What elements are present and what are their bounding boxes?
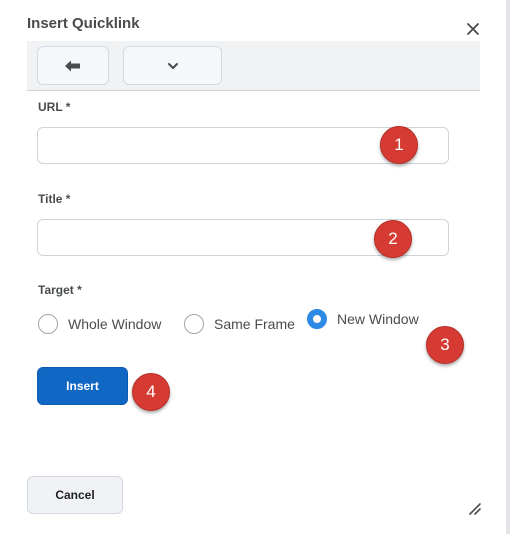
radio-label: Same Frame: [214, 316, 295, 332]
radio-button-checked[interactable]: [307, 309, 327, 329]
radio-label: New Window: [337, 311, 419, 327]
resize-handle-icon[interactable]: [466, 500, 482, 516]
window-edge: [506, 0, 510, 534]
insert-button[interactable]: Insert: [37, 367, 128, 405]
cancel-button[interactable]: Cancel: [27, 476, 123, 514]
dialog-title: Insert Quicklink: [27, 15, 140, 32]
editor-toolbar: [27, 41, 480, 91]
chevron-down-icon: [167, 62, 178, 69]
close-icon: [467, 23, 479, 35]
step-badge-4: 4: [132, 373, 170, 411]
back-button[interactable]: [37, 46, 109, 85]
radio-new-window[interactable]: New Window: [307, 309, 419, 329]
radio-label: Whole Window: [68, 316, 162, 332]
back-arrow-icon: [65, 60, 80, 71]
radio-same-frame[interactable]: Same Frame: [184, 314, 295, 334]
radio-button[interactable]: [184, 314, 204, 334]
step-badge-1: 1: [380, 126, 418, 164]
title-label: Title *: [38, 192, 71, 206]
step-badge-3: 3: [426, 326, 464, 364]
close-button[interactable]: [462, 18, 484, 40]
target-label: Target *: [38, 283, 82, 297]
step-badge-2: 2: [374, 220, 412, 258]
radio-button[interactable]: [38, 314, 58, 334]
url-label: URL *: [38, 100, 71, 114]
radio-whole-window[interactable]: Whole Window: [38, 314, 161, 334]
more-options-button[interactable]: [123, 46, 222, 85]
